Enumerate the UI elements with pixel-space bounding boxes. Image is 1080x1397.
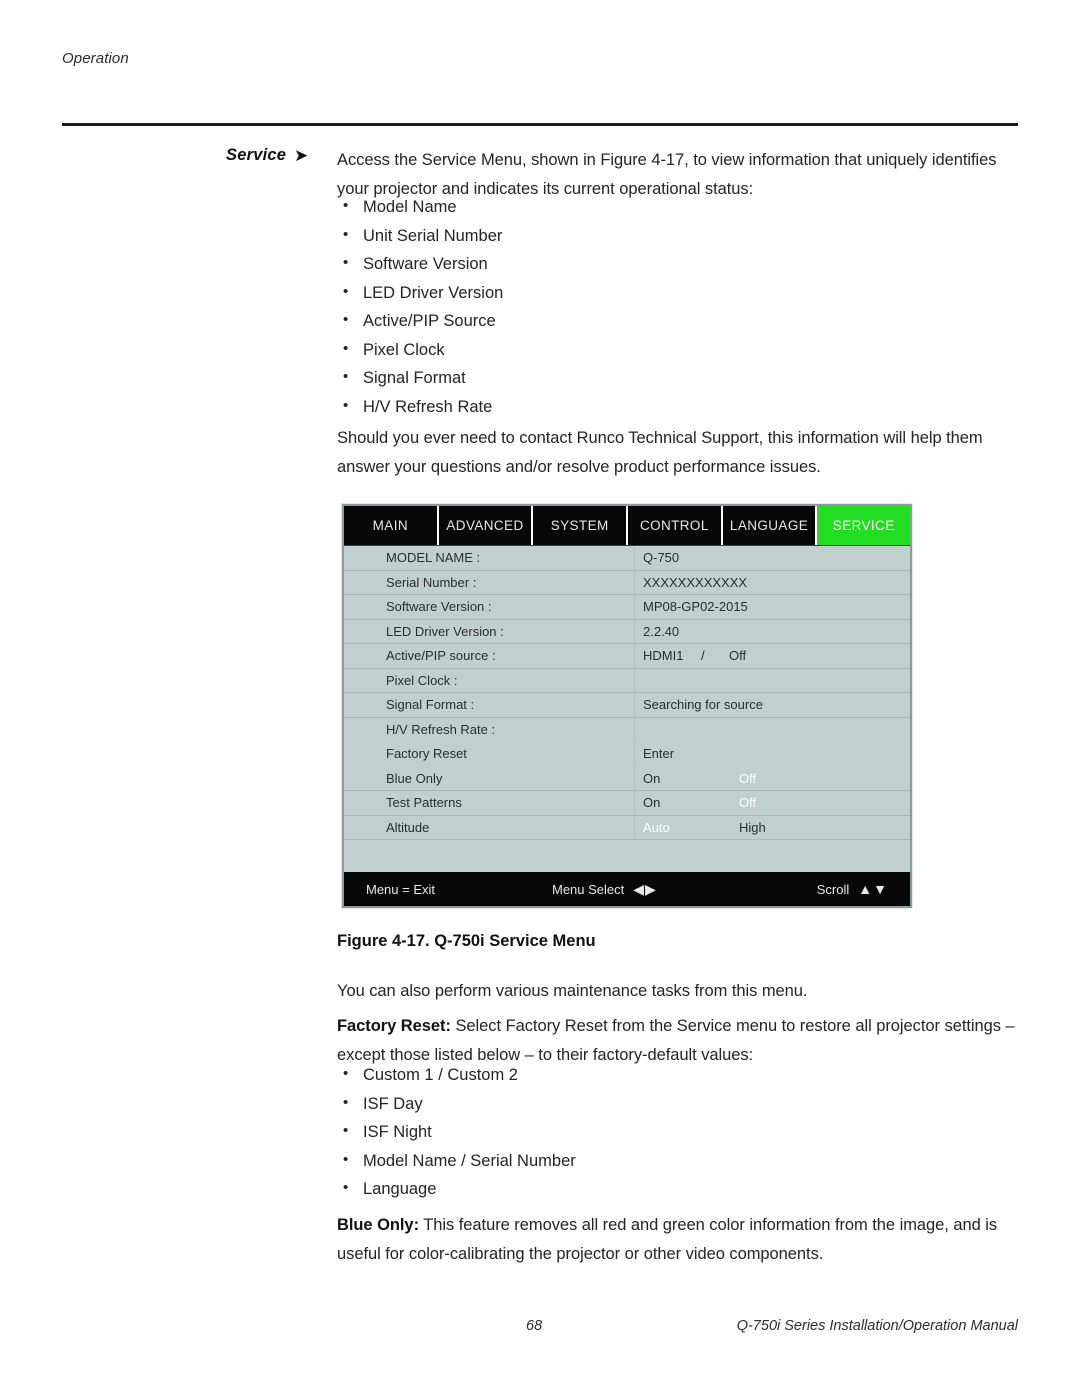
osd-row-hv-refresh-rate: H/V Refresh Rate : xyxy=(344,717,910,743)
running-header: Operation xyxy=(62,50,129,67)
osd-label: Test Patterns xyxy=(386,795,462,811)
osd-tab-control[interactable]: CONTROL xyxy=(628,506,723,545)
list-item: Signal Format xyxy=(337,363,1027,393)
support-paragraph: Should you ever need to contact Runco Te… xyxy=(337,429,983,476)
osd-value-text: 2.2.40 xyxy=(643,623,680,639)
manual-title-footer: Q-750i Series Installation/Operation Man… xyxy=(736,1318,1018,1334)
blue-only-text: This feature removes all red and green c… xyxy=(337,1216,998,1263)
figure-caption: Figure 4-17. Q-750i Service Menu xyxy=(337,932,596,950)
osd-option-auto[interactable]: Auto xyxy=(643,820,739,835)
right-arrow-icon: ➤ xyxy=(294,146,309,165)
osd-value-enter[interactable]: Enter xyxy=(643,746,674,761)
osd-tab-system[interactable]: SYSTEM xyxy=(533,506,629,545)
blue-only-paragraph: Blue Only: This feature removes all red … xyxy=(337,1211,1027,1268)
list-item: LED Driver Version xyxy=(337,278,1027,308)
osd-row-software-version: Software Version : MP08-GP02-2015 xyxy=(344,595,910,620)
osd-label: Signal Format : xyxy=(386,697,475,713)
list-item: Language xyxy=(337,1174,1027,1204)
osd-value-separator: / xyxy=(701,648,705,664)
osd-label: Altitude xyxy=(386,819,430,835)
osd-footer-scroll: Scroll ▲▼ xyxy=(817,881,888,897)
osd-value: HDMI1 / Off xyxy=(634,644,910,668)
osd-tab-advanced[interactable]: ADVANCED xyxy=(438,506,534,545)
osd-value: Auto High xyxy=(634,815,910,839)
osd-label: H/V Refresh Rate : xyxy=(386,721,496,737)
factory-reset-label: Factory Reset: xyxy=(337,1017,451,1035)
osd-body: MODEL NAME : Q-750 Serial Number : XXXXX… xyxy=(344,546,910,886)
osd-value: XXXXXXXXXXXX xyxy=(634,570,910,594)
osd-label: Pixel Clock : xyxy=(386,672,458,688)
left-right-arrow-icon: ◀▶ xyxy=(633,880,657,897)
osd-label: LED Driver Version : xyxy=(386,623,504,639)
osd-footer-menu-select-label: Menu Select xyxy=(552,881,625,897)
osd-label: Factory Reset xyxy=(386,746,467,762)
osd-value-text: Q-750 xyxy=(643,550,680,566)
blue-only-label: Blue Only: xyxy=(337,1216,420,1234)
osd-option-high[interactable]: High xyxy=(739,820,766,835)
osd-option-on[interactable]: On xyxy=(643,771,739,786)
osd-label: Active/PIP source : xyxy=(386,648,496,664)
maintenance-intro-paragraph: You can also perform various maintenance… xyxy=(337,982,808,1000)
osd-value: Searching for source xyxy=(634,693,910,717)
list-item: Active/PIP Source xyxy=(337,306,1027,336)
list-item: Model Name / Serial Number xyxy=(337,1146,1027,1176)
osd-value: On Off xyxy=(634,791,910,815)
list-item: ISF Night xyxy=(337,1117,1027,1147)
osd-tab-main[interactable]: MAIN xyxy=(344,506,439,545)
osd-row-factory-reset[interactable]: Factory Reset Enter xyxy=(344,742,910,767)
osd-option-off[interactable]: Off xyxy=(739,771,756,786)
osd-value xyxy=(634,717,910,741)
osd-label: Serial Number : xyxy=(386,574,477,590)
osd-row-model-name: MODEL NAME : Q-750 xyxy=(344,546,910,571)
header-rule xyxy=(62,123,1018,126)
osd-row-active-pip-source: Active/PIP source : HDMI1 / Off xyxy=(344,644,910,669)
osd-footer-exit: Menu = Exit xyxy=(366,881,436,897)
osd-label: Blue Only xyxy=(386,770,443,786)
list-item: Pixel Clock xyxy=(337,335,1027,365)
list-item: Unit Serial Number xyxy=(337,221,1027,251)
manual-page: Operation Service ➤ Access the Service M… xyxy=(0,0,1080,1397)
page-number: 68 xyxy=(526,1318,543,1334)
factory-reset-exceptions-list: Custom 1 / Custom 2 ISF Day ISF Night Mo… xyxy=(337,1060,1027,1204)
osd-tab-service[interactable]: SERVICE xyxy=(817,506,911,545)
osd-label: MODEL NAME : xyxy=(386,550,481,566)
osd-value: MP08-GP02-2015 xyxy=(634,595,910,619)
osd-value: On Off xyxy=(634,766,910,790)
osd-value-text: Searching for source xyxy=(643,697,763,713)
osd-row-altitude[interactable]: Altitude Auto High xyxy=(344,815,910,840)
osd-value: Enter xyxy=(634,742,910,766)
osd-footer-bar: Menu = Exit Menu Select ◀▶ Scroll ▲▼ xyxy=(344,872,910,906)
list-item: Software Version xyxy=(337,249,1027,279)
osd-row-led-driver-version: LED Driver Version : 2.2.40 xyxy=(344,619,910,644)
osd-value: 2.2.40 xyxy=(634,619,910,643)
osd-tab-language[interactable]: LANGUAGE xyxy=(722,506,818,545)
osd-footer-scroll-label: Scroll xyxy=(816,882,850,897)
osd-service-menu: MAIN ADVANCED SYSTEM CONTROL LANGUAGE SE… xyxy=(342,504,912,908)
osd-value: Q-750 xyxy=(634,546,910,570)
osd-tab-bar: MAIN ADVANCED SYSTEM CONTROL LANGUAGE SE… xyxy=(344,506,911,546)
list-item: Model Name xyxy=(337,192,1027,222)
osd-footer-menu-select: Menu Select ◀▶ xyxy=(552,881,657,898)
service-info-list: Model Name Unit Serial Number Software V… xyxy=(337,192,1027,422)
osd-option-on[interactable]: On xyxy=(643,795,739,810)
osd-label: Software Version : xyxy=(386,599,492,615)
osd-value-text: XXXXXXXXXXXX xyxy=(643,574,748,590)
section-side-label: Service xyxy=(226,146,287,164)
osd-value-pip-source: Off xyxy=(729,648,747,664)
osd-option-off[interactable]: Off xyxy=(739,795,756,810)
osd-value-active-source: HDMI1 xyxy=(643,648,684,664)
osd-value-text: MP08-GP02-2015 xyxy=(643,599,748,615)
osd-row-test-patterns[interactable]: Test Patterns On Off xyxy=(344,791,910,816)
list-item: H/V Refresh Rate xyxy=(337,392,1027,422)
osd-row-pixel-clock: Pixel Clock : xyxy=(344,668,910,693)
list-item: ISF Day xyxy=(337,1089,1027,1119)
osd-row-blue-only[interactable]: Blue Only On Off xyxy=(344,766,910,791)
osd-row-signal-format: Signal Format : Searching for source xyxy=(344,693,910,718)
osd-value xyxy=(634,668,910,692)
osd-row-serial-number: Serial Number : XXXXXXXXXXXX xyxy=(344,570,910,595)
list-item: Custom 1 / Custom 2 xyxy=(337,1060,1027,1090)
up-down-arrow-icon: ▲▼ xyxy=(858,881,888,897)
